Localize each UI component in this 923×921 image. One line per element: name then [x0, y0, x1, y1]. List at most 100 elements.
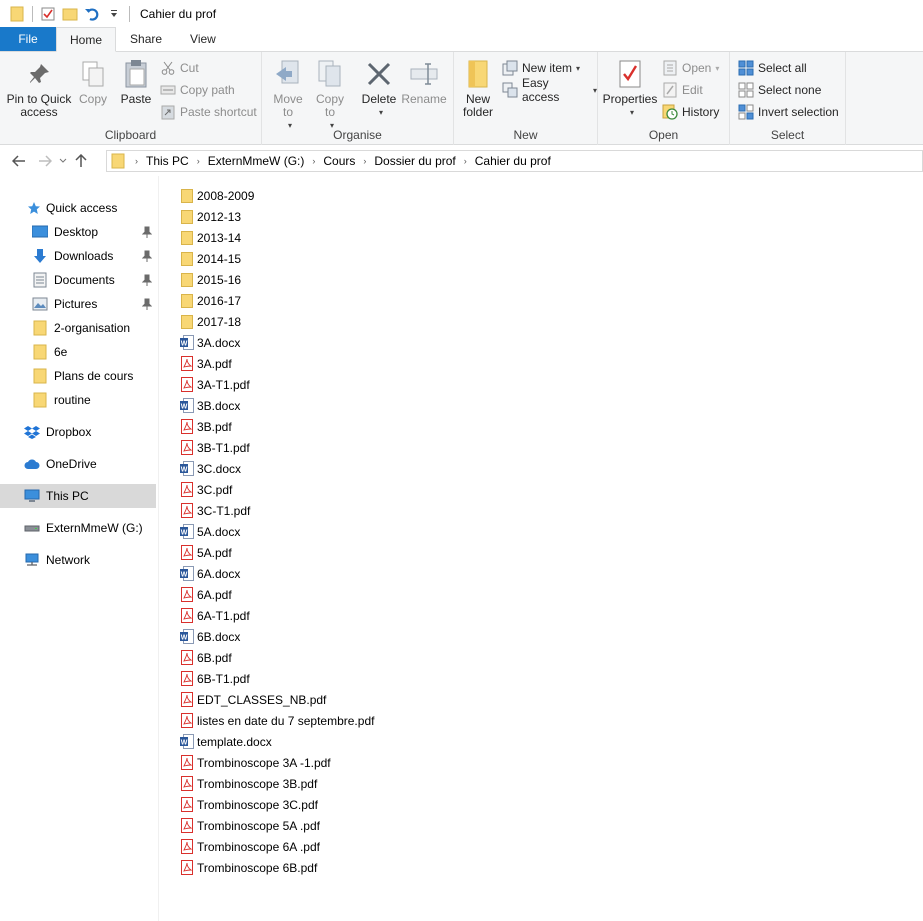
file-row[interactable]: 3A.pdf	[179, 353, 232, 374]
file-name: 6B.pdf	[197, 650, 232, 665]
back-arrow-icon[interactable]	[8, 150, 30, 172]
nav-2-organisation[interactable]: 2-organisation	[0, 317, 156, 339]
tab-share[interactable]: Share	[116, 27, 176, 51]
tab-file[interactable]: File	[0, 27, 56, 51]
file-row[interactable]: 6B-T1.pdf	[179, 668, 250, 689]
nav-dropbox[interactable]: Dropbox	[0, 421, 156, 443]
pin-icon[interactable]	[142, 250, 152, 262]
file-row[interactable]: listes en date du 7 septembre.pdf	[179, 710, 374, 731]
nav-externmmew-drive[interactable]: ExternMmeW (G:)	[0, 517, 156, 539]
delete-button[interactable]: Delete ▾	[356, 58, 402, 119]
file-row[interactable]: W 3B.docx	[179, 395, 240, 416]
nav-pictures[interactable]: Pictures	[0, 293, 156, 315]
file-row[interactable]: 2012-13	[179, 206, 241, 227]
delete-label: Delete	[361, 92, 397, 106]
paste-shortcut-label: Paste shortcut	[180, 105, 257, 119]
nav-6e[interactable]: 6e	[0, 341, 156, 363]
nav-network[interactable]: Network	[0, 549, 156, 571]
select-none-label: Select none	[758, 83, 822, 97]
copy-to-button[interactable]: Copy to ▾	[310, 58, 350, 132]
customize-toolbar-icon[interactable]	[105, 5, 123, 23]
breadcrumb-cahier-du-prof[interactable]: Cahier du prof	[475, 154, 551, 168]
select-group: Select all Select none Invert selection …	[730, 52, 846, 145]
select-none-button[interactable]: Select none	[738, 80, 821, 100]
clipboard-group: Pin to Quick access Copy Paste Cut Copy …	[0, 52, 262, 145]
file-row[interactable]: Trombinoscope 3A -1.pdf	[179, 752, 331, 773]
forward-arrow-icon[interactable]	[34, 150, 56, 172]
file-row[interactable]: EDT_CLASSES_NB.pdf	[179, 689, 326, 710]
nav-this-pc[interactable]: This PC	[0, 484, 156, 508]
file-row[interactable]: 2015-16	[179, 269, 241, 290]
edit-button[interactable]: Edit	[662, 80, 703, 100]
nav-onedrive[interactable]: OneDrive	[0, 453, 156, 475]
file-row[interactable]: 5A.pdf	[179, 542, 232, 563]
pin-icon	[23, 58, 55, 90]
pin-to-quick-access-button[interactable]: Pin to Quick access	[4, 58, 74, 119]
new-folder-button[interactable]: New folder	[458, 58, 498, 119]
file-row[interactable]: 6A.pdf	[179, 584, 232, 605]
nav-desktop[interactable]: Desktop	[0, 221, 156, 243]
file-row[interactable]: Trombinoscope 3C.pdf	[179, 794, 318, 815]
file-row[interactable]: Trombinoscope 6A .pdf	[179, 836, 320, 857]
pin-icon[interactable]	[142, 274, 152, 286]
file-row[interactable]: Trombinoscope 5A .pdf	[179, 815, 320, 836]
folder-icon	[179, 272, 195, 288]
properties-button[interactable]: Properties ▾	[602, 58, 658, 119]
file-row[interactable]: W 3A.docx	[179, 332, 240, 353]
file-row[interactable]: W 6B.docx	[179, 626, 240, 647]
nav-routine[interactable]: routine	[0, 389, 156, 411]
paste-button[interactable]: Paste	[116, 58, 156, 106]
up-arrow-icon[interactable]	[70, 150, 92, 172]
file-row[interactable]: 6A-T1.pdf	[179, 605, 250, 626]
breadcrumb-drive[interactable]: ExternMmeW (G:)	[208, 154, 305, 168]
file-row[interactable]: W 5A.docx	[179, 521, 240, 542]
folder-icon[interactable]	[8, 5, 26, 23]
file-row[interactable]: Trombinoscope 3B.pdf	[179, 773, 317, 794]
nav-quick-access[interactable]: Quick access	[0, 197, 156, 219]
file-row[interactable]: W 6A.docx	[179, 563, 240, 584]
file-row[interactable]: 3B-T1.pdf	[179, 437, 250, 458]
file-row[interactable]: 3B.pdf	[179, 416, 232, 437]
file-row[interactable]: 2014-15	[179, 248, 241, 269]
breadcrumb-this-pc[interactable]: This PC	[146, 154, 189, 168]
paste-shortcut-button[interactable]: Paste shortcut	[160, 102, 257, 122]
copy-path-button[interactable]: Copy path	[160, 80, 235, 100]
nav-documents[interactable]: Documents	[0, 269, 156, 291]
address-bar[interactable]: › This PC › ExternMmeW (G:) › Cours › Do…	[106, 150, 923, 172]
nav-externmmew-drive-label: ExternMmeW (G:)	[46, 521, 143, 535]
tab-home[interactable]: Home	[56, 27, 117, 52]
file-row[interactable]: W 3C.docx	[179, 458, 241, 479]
pin-label: Pin to Quick access	[6, 92, 72, 119]
nav-downloads[interactable]: Downloads	[0, 245, 156, 267]
history-button[interactable]: History	[662, 102, 719, 122]
easy-access-button[interactable]: Easy access ▾	[502, 76, 597, 104]
breadcrumb-dossier-du-prof[interactable]: Dossier du prof	[374, 154, 455, 168]
pin-icon[interactable]	[142, 226, 152, 238]
nav-plans-de-cours[interactable]: Plans de cours	[0, 365, 156, 387]
undo-icon[interactable]	[83, 5, 101, 23]
new-folder-icon[interactable]	[61, 5, 79, 23]
move-to-button[interactable]: Move to ▾	[268, 58, 308, 132]
rename-button[interactable]: Rename	[401, 58, 447, 106]
file-row[interactable]: 3C-T1.pdf	[179, 500, 250, 521]
tab-view[interactable]: View	[176, 27, 230, 51]
file-row[interactable]: 2017-18	[179, 311, 241, 332]
open-button[interactable]: Open ▾	[662, 58, 719, 78]
file-row[interactable]: 2013-14	[179, 227, 241, 248]
properties-icon[interactable]	[39, 5, 57, 23]
recent-locations-chevron-icon[interactable]	[56, 150, 70, 172]
cut-button[interactable]: Cut	[160, 58, 199, 78]
copy-button[interactable]: Copy	[76, 58, 110, 106]
pin-icon[interactable]	[142, 298, 152, 310]
file-row[interactable]: 3C.pdf	[179, 479, 232, 500]
file-row[interactable]: 6B.pdf	[179, 647, 232, 668]
file-row[interactable]: 2016-17	[179, 290, 241, 311]
select-all-button[interactable]: Select all	[738, 58, 807, 78]
file-row[interactable]: 3A-T1.pdf	[179, 374, 250, 395]
file-row[interactable]: 2008-2009	[179, 185, 254, 206]
new-item-button[interactable]: New item ▾	[502, 58, 580, 78]
file-row[interactable]: Trombinoscope 6B.pdf	[179, 857, 317, 878]
invert-selection-button[interactable]: Invert selection	[738, 102, 839, 122]
breadcrumb-cours[interactable]: Cours	[323, 154, 355, 168]
file-row[interactable]: Wtemplate.docx	[179, 731, 272, 752]
